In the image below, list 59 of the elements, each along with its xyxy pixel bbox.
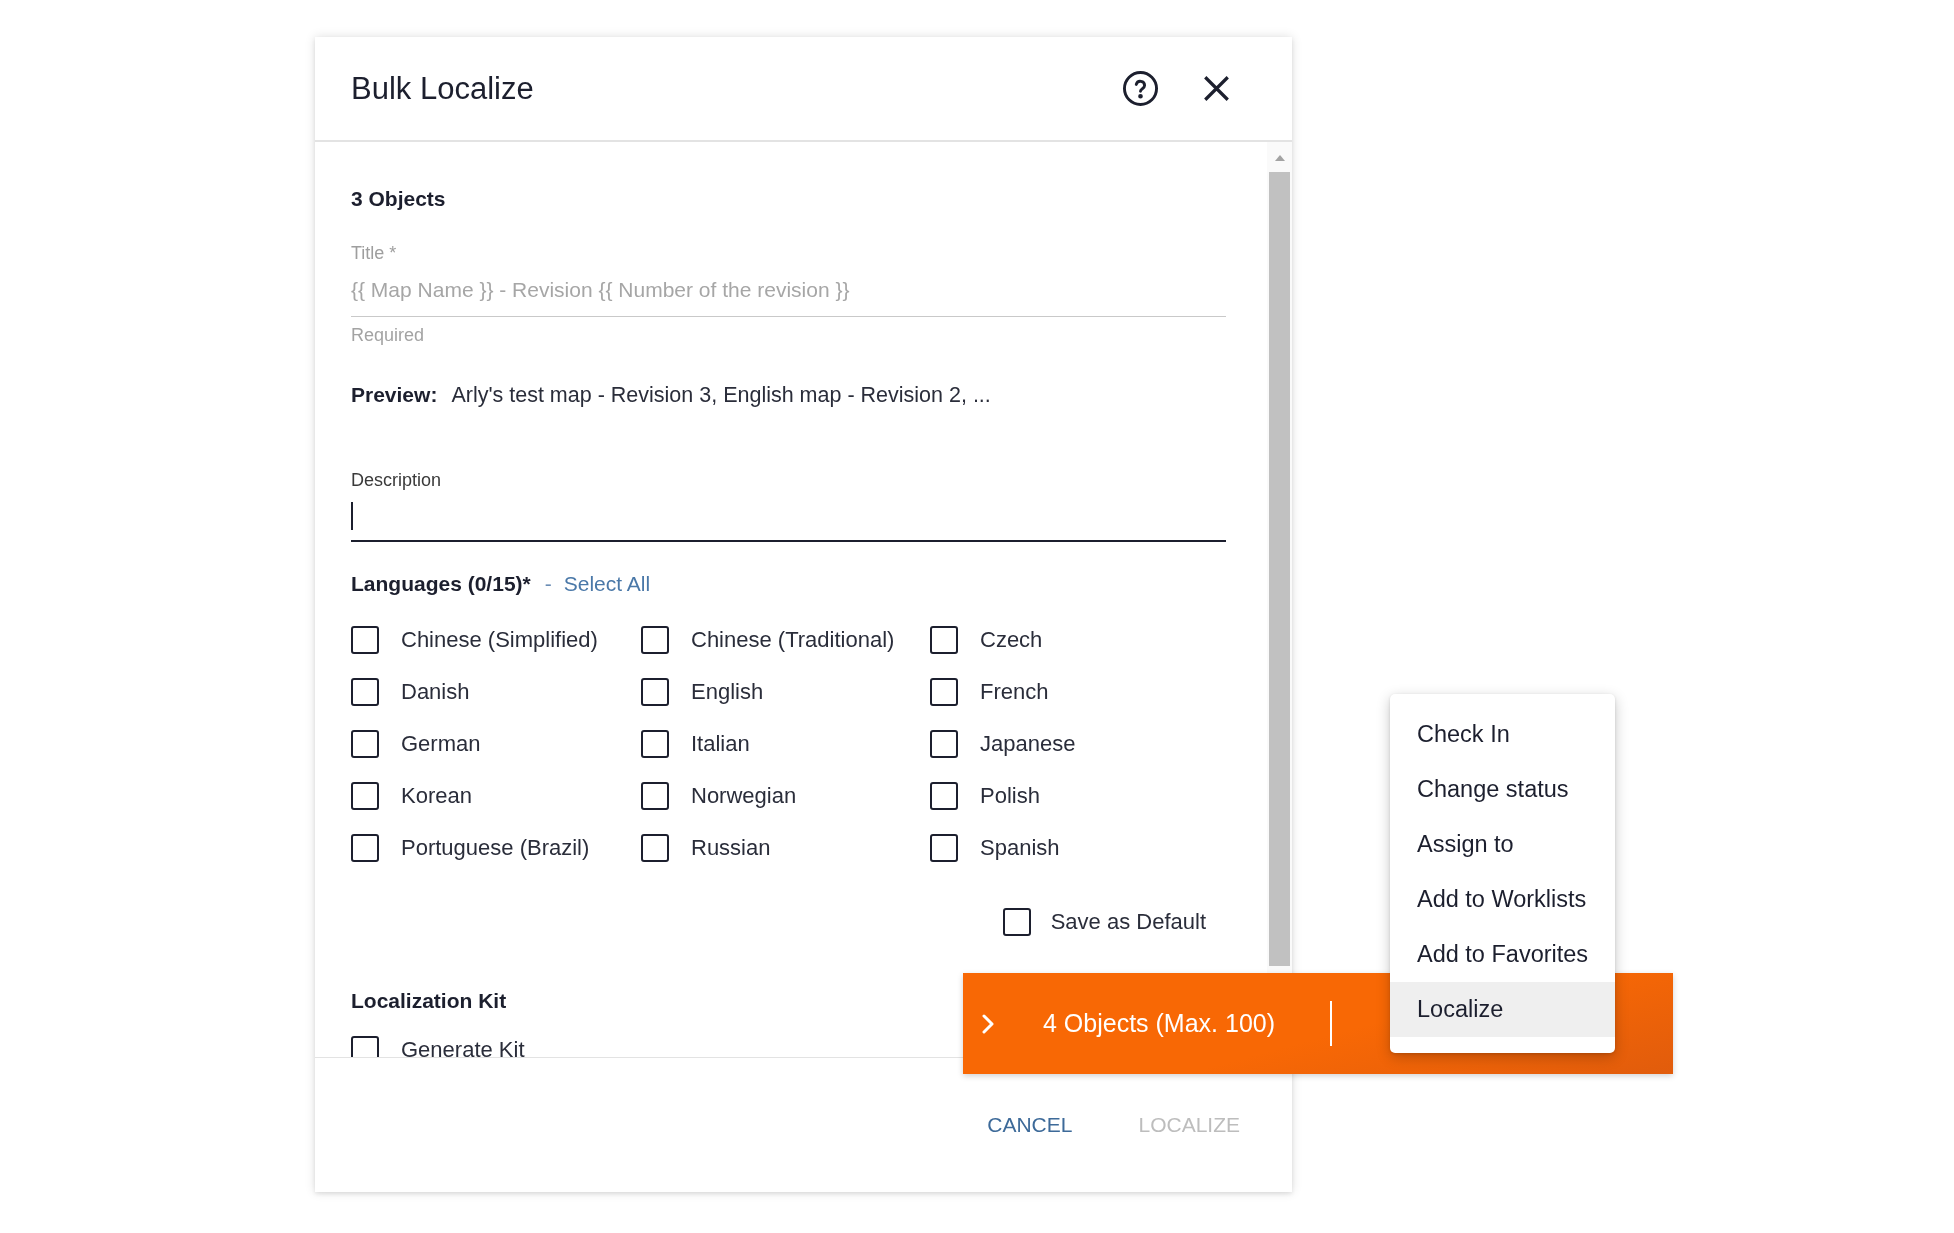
cancel-button[interactable]: CANCEL (975, 1105, 1085, 1145)
checkbox-label: Chinese (Simplified) (401, 627, 598, 653)
chevron-right-icon[interactable] (982, 1013, 994, 1034)
checkbox[interactable] (930, 730, 958, 758)
menu-item[interactable]: Localize (1390, 982, 1615, 1037)
checkbox-label: Danish (401, 679, 470, 705)
checkbox[interactable] (930, 834, 958, 862)
checkbox-label: German (401, 731, 481, 757)
menu-item[interactable]: Check In (1390, 707, 1615, 762)
checkbox[interactable] (351, 730, 379, 758)
checkbox[interactable] (641, 730, 669, 758)
scrollbar-thumb[interactable] (1269, 172, 1290, 966)
help-icon[interactable] (1123, 71, 1158, 106)
checkbox[interactable] (351, 1036, 379, 1057)
helper-text: Required (351, 325, 425, 345)
close-icon[interactable] (1204, 76, 1229, 101)
preview-label: Preview: (351, 383, 438, 407)
checkbox-label: Chinese (Traditional) (691, 627, 895, 653)
checkbox-label: Norwegian (691, 783, 797, 809)
field-label: Title * (351, 242, 397, 264)
menu-item[interactable]: Change status (1390, 762, 1615, 817)
checkbox[interactable] (930, 626, 958, 654)
checkbox-label: Czech (980, 627, 1043, 653)
dialog-title: Bulk Localize (351, 70, 534, 107)
menu-item[interactable]: Add to Favorites (1390, 927, 1615, 982)
menu-item[interactable]: Add to Worklists (1390, 872, 1615, 927)
checkbox-label: English (691, 679, 764, 705)
select-all-link[interactable]: Select All (563, 572, 651, 596)
checkbox[interactable] (641, 626, 669, 654)
preview-text: Arly's test map - Revision 3, English map - Revision 2, ... (451, 382, 991, 408)
checkbox[interactable] (930, 782, 958, 810)
checkbox[interactable] (641, 782, 669, 810)
checkbox-label: Polish (980, 783, 1040, 809)
checkbox[interactable] (641, 678, 669, 706)
selection-count: 4 Objects (Max. 100) (1043, 1009, 1276, 1038)
checkbox[interactable] (930, 678, 958, 706)
checkbox[interactable] (641, 834, 669, 862)
checkbox[interactable] (351, 678, 379, 706)
checkbox-label: Save as Default (1050, 909, 1206, 935)
separator-dash: - (544, 572, 552, 596)
languages-heading: Languages (0/15)* (351, 572, 531, 596)
checkbox-label: Generate Kit (401, 1037, 525, 1057)
menu-item[interactable]: Assign to (1390, 817, 1615, 872)
checkbox-label: Italian (691, 731, 750, 757)
checkbox-label: Korean (401, 783, 472, 809)
checkbox[interactable] (351, 834, 379, 862)
title-input[interactable]: {{ Map Name }} - Revision {{ Number of the revision }} (351, 264, 1226, 317)
section-heading: Localization Kit (351, 988, 507, 1013)
checkbox-label: Russian (691, 835, 771, 861)
object-count: 3 Objects (351, 186, 446, 211)
checkbox-label: French (980, 679, 1049, 705)
checkbox-label: Portuguese (Brazil) (401, 835, 590, 861)
field-label: Description (351, 469, 442, 491)
checkbox[interactable] (1002, 908, 1031, 936)
text-cursor (351, 501, 353, 530)
checkbox-label: Spanish (980, 835, 1060, 861)
checkbox-label: Japanese (980, 731, 1076, 757)
checkbox[interactable] (351, 626, 379, 654)
checkbox[interactable] (351, 782, 379, 810)
